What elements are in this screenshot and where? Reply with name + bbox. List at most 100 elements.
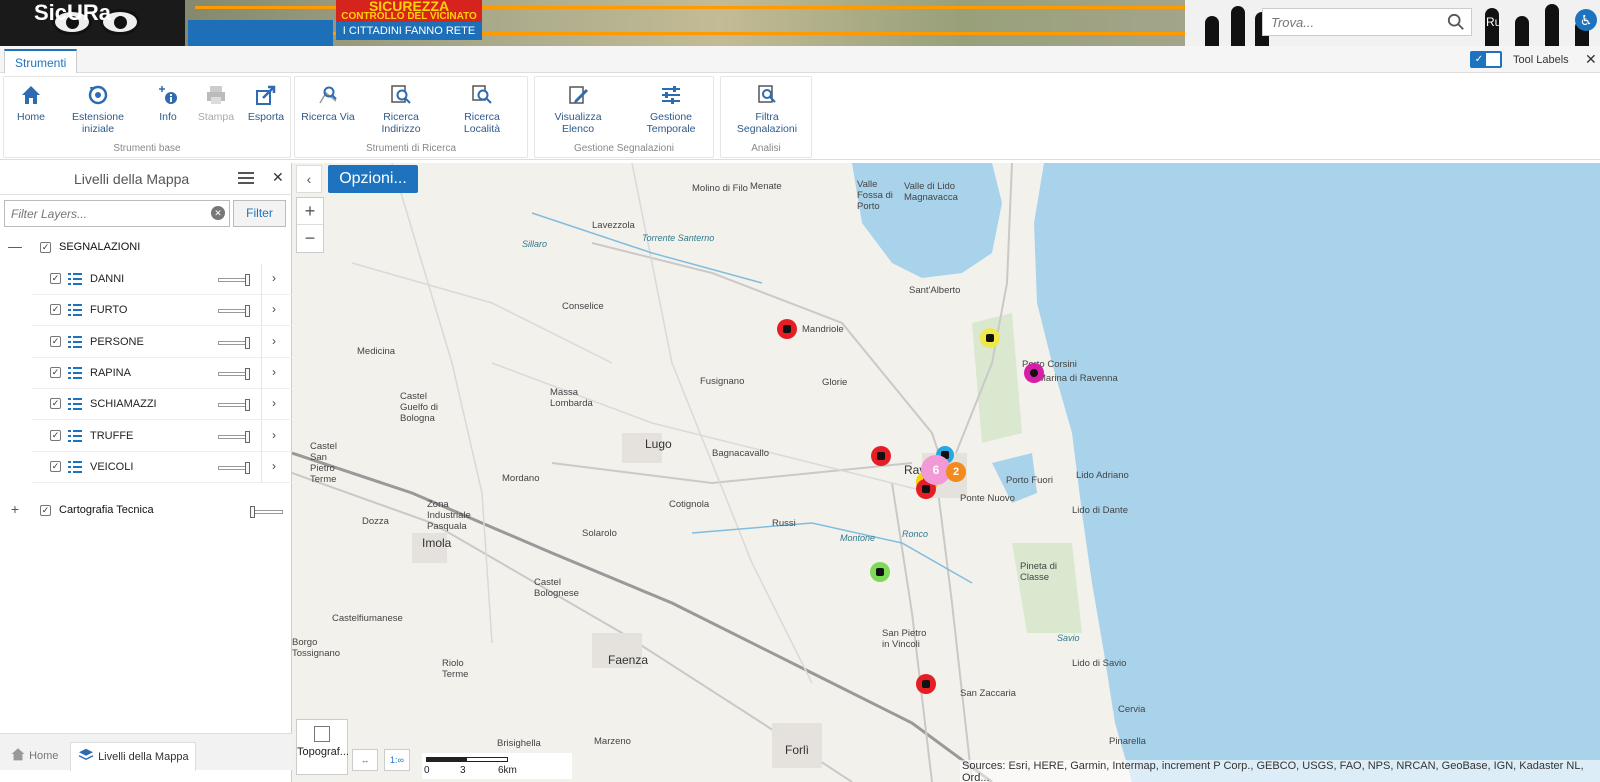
- export-button[interactable]: Esporta: [244, 83, 288, 123]
- slider-thumb[interactable]: [245, 461, 250, 474]
- layer-checkbox[interactable]: ✓: [50, 429, 61, 441]
- opacity-slider[interactable]: [218, 399, 250, 412]
- slider-thumb[interactable]: [250, 506, 255, 518]
- filter-reports-button[interactable]: Filtra Segnalazioni: [729, 83, 805, 135]
- collapse-panel-icon[interactable]: ‹: [296, 165, 322, 193]
- legend-icon[interactable]: [68, 398, 82, 411]
- tab-layers[interactable]: Livelli della Mappa: [70, 742, 196, 771]
- chevron-right-icon[interactable]: ›: [272, 428, 276, 442]
- layer-row-rapina[interactable]: ✓ RAPINA ›: [32, 357, 292, 389]
- layer-checkbox[interactable]: ✓: [50, 273, 61, 284]
- zoom-out-button[interactable]: −: [297, 225, 323, 252]
- layer-checkbox[interactable]: ✓: [50, 335, 61, 347]
- home-icon: [22, 86, 40, 104]
- chevron-right-icon[interactable]: ›: [272, 271, 276, 285]
- expand-icon[interactable]: +: [8, 502, 22, 516]
- place-label: Savio: [1057, 633, 1080, 643]
- time-management-button[interactable]: Gestione Temporale: [635, 83, 707, 135]
- layer-checkbox[interactable]: ✓: [50, 460, 61, 472]
- view-list-button[interactable]: Visualizza Elenco: [539, 83, 617, 135]
- basemap-toggle[interactable]: Topograf...: [296, 719, 349, 775]
- layer-row-danni[interactable]: ✓ DANNI ›: [32, 264, 292, 295]
- layer-checkbox[interactable]: ✓: [50, 398, 61, 410]
- slider-thumb[interactable]: [245, 399, 250, 412]
- opacity-slider[interactable]: [218, 305, 250, 318]
- options-button[interactable]: Opzioni...: [328, 165, 418, 193]
- legend-icon[interactable]: [68, 335, 82, 348]
- marker-schiamazzi[interactable]: [870, 562, 890, 582]
- layer-row-truffe[interactable]: ✓ TRUFFE ›: [32, 420, 292, 452]
- place-label: Lavezzola: [592, 220, 635, 231]
- clear-icon[interactable]: ✕: [211, 206, 225, 220]
- layer-group-cartografia: + ✓ Cartografia Tecnica: [0, 496, 292, 527]
- menu-icon[interactable]: [238, 172, 254, 186]
- print-label: Stampa: [197, 111, 235, 123]
- opacity-slider[interactable]: [218, 367, 250, 380]
- layer-filter-field[interactable]: ✕: [4, 200, 230, 227]
- place-label: Mordano: [502, 473, 540, 484]
- group-checkbox[interactable]: ✓: [40, 505, 51, 516]
- marker-furto[interactable]: [777, 319, 797, 339]
- layer-filter-input[interactable]: [5, 201, 205, 226]
- chevron-right-icon[interactable]: ›: [272, 459, 276, 473]
- print-button[interactable]: Stampa: [196, 83, 236, 123]
- accessibility-icon[interactable]: ♿: [1575, 9, 1597, 31]
- chevron-right-icon[interactable]: ›: [272, 396, 276, 410]
- opacity-slider[interactable]: [218, 274, 250, 286]
- chevron-right-icon[interactable]: ›: [272, 302, 276, 316]
- slider-thumb[interactable]: [245, 430, 250, 443]
- tab-strumenti[interactable]: Strumenti: [4, 49, 78, 74]
- layer-row-veicoli[interactable]: ✓ VEICOLI ›: [32, 451, 292, 483]
- close-icon[interactable]: ✕: [272, 169, 284, 186]
- slider-thumb[interactable]: [245, 367, 250, 380]
- tool-labels-toggle[interactable]: ✓: [1470, 51, 1502, 68]
- group-checkbox[interactable]: ✓: [40, 242, 51, 253]
- slider-thumb[interactable]: [245, 336, 250, 349]
- collapse-icon[interactable]: —: [8, 239, 22, 253]
- banner-line-2: CONTROLLO DEL VICINATO: [341, 11, 477, 22]
- global-search[interactable]: [1262, 8, 1472, 36]
- legend-icon[interactable]: [68, 429, 82, 442]
- layer-checkbox[interactable]: ✓: [50, 304, 61, 316]
- cluster-marker[interactable]: 2: [946, 462, 966, 482]
- info-button[interactable]: Info: [150, 83, 186, 123]
- place-label: Valle Fossa di Porto: [857, 179, 893, 212]
- legend-icon[interactable]: [68, 460, 82, 473]
- search-place-button[interactable]: Ricerca Località: [445, 83, 519, 135]
- slider-thumb[interactable]: [245, 305, 250, 318]
- marker-truffe[interactable]: [1024, 363, 1044, 383]
- chevron-right-icon[interactable]: ›: [272, 365, 276, 379]
- tool-labels-text: Tool Labels: [1513, 54, 1569, 66]
- slider-thumb[interactable]: [245, 274, 250, 286]
- legend-icon[interactable]: [68, 366, 82, 379]
- marker-danni[interactable]: [980, 328, 1000, 348]
- search-street-button[interactable]: Ricerca Via: [299, 83, 357, 123]
- legend-icon[interactable]: [68, 304, 82, 317]
- search-input[interactable]: [1263, 9, 1443, 35]
- marker-furto[interactable]: [916, 674, 936, 694]
- close-icon[interactable]: ✕: [1585, 51, 1597, 68]
- search-address-button[interactable]: Ricerca Indirizzo: [365, 83, 437, 135]
- initial-extent-button[interactable]: Estensione iniziale: [64, 83, 132, 135]
- opacity-slider[interactable]: [218, 461, 250, 474]
- layer-checkbox[interactable]: ✓: [50, 366, 61, 378]
- layer-row-furto[interactable]: ✓ FURTO ›: [32, 295, 292, 327]
- search-icon[interactable]: [1447, 13, 1465, 31]
- scale-tool-icon[interactable]: 1:∞: [384, 749, 410, 771]
- opacity-slider[interactable]: [218, 336, 250, 349]
- zoom-in-button[interactable]: +: [297, 198, 323, 225]
- chevron-right-icon[interactable]: ›: [272, 334, 276, 348]
- opacity-slider[interactable]: [250, 506, 283, 518]
- filter-button[interactable]: Filter: [233, 200, 286, 227]
- layer-row-schiamazzi[interactable]: ✓ SCHIAMAZZI ›: [32, 389, 292, 421]
- export-icon: [256, 85, 276, 105]
- layer-row-persone[interactable]: ✓ PERSONE ›: [32, 326, 292, 358]
- legend-icon[interactable]: [68, 273, 82, 285]
- user-label[interactable]: Ru: [1486, 15, 1501, 29]
- map-view[interactable]: ‹ Opzioni... + − Molino di Filo Menate L…: [292, 163, 1600, 782]
- tab-home[interactable]: Home: [10, 742, 58, 771]
- marker-furto[interactable]: [871, 446, 891, 466]
- opacity-slider[interactable]: [218, 430, 250, 443]
- measure-tool-icon[interactable]: ↔: [352, 749, 378, 771]
- home-button[interactable]: Home: [10, 83, 52, 123]
